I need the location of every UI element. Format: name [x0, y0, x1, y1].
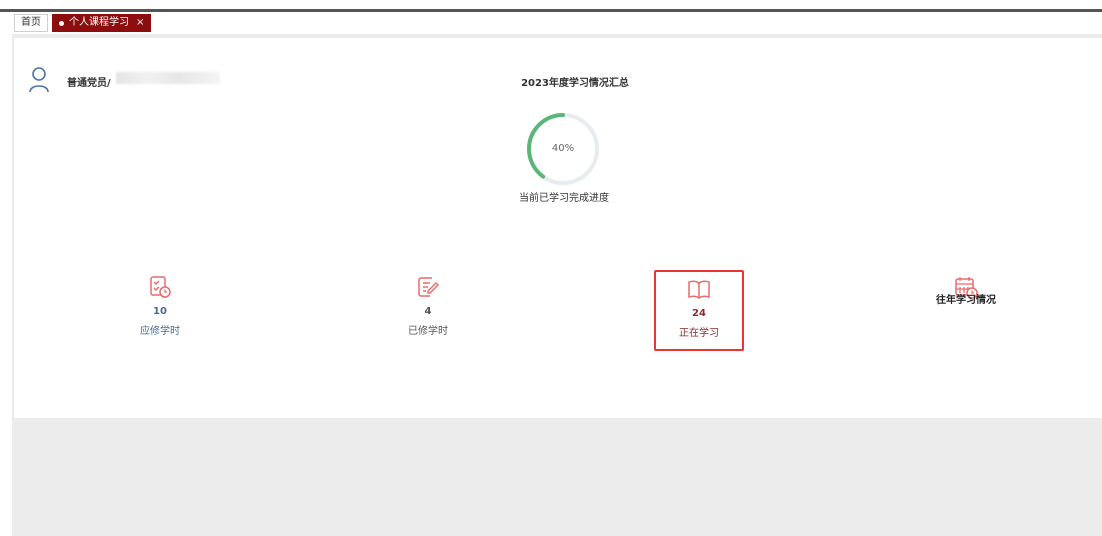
summary-card — [14, 38, 1102, 418]
progress-caption: 当前已学习完成进度 — [519, 193, 609, 204]
stat-value: 10 — [153, 306, 167, 317]
stat-value: 4 — [424, 306, 432, 317]
stat-label: 往年学习情况 — [936, 295, 996, 306]
stat-label: 正在学习 — [679, 328, 719, 339]
stat-previous-years[interactable]: 往年学习情况 — [916, 270, 1016, 306]
document-edit-icon — [418, 277, 439, 297]
stat-value: 24 — [692, 308, 706, 319]
user-icon — [29, 67, 49, 93]
top-border — [0, 9, 1102, 12]
tab-bar: 首页 个人课程学习 × — [14, 14, 152, 32]
stat-label: 应修学时 — [140, 326, 180, 337]
tab-personal-course-study[interactable]: 个人课程学习 × — [52, 14, 152, 32]
summary-title: 2023年度学习情况汇总 — [521, 78, 629, 89]
active-dot-icon — [59, 20, 64, 26]
tab-home[interactable]: 首页 — [14, 14, 48, 32]
open-book-icon — [688, 280, 710, 299]
checklist-clock-icon — [150, 276, 171, 298]
redacted-user-info — [116, 72, 220, 84]
stat-required-hours[interactable]: 10 应修学时 — [110, 270, 210, 337]
stat-completed-hours[interactable]: 4 已修学时 — [378, 270, 478, 337]
stat-currently-studying[interactable]: 24 正在学习 — [654, 270, 744, 351]
close-tab-icon[interactable]: × — [136, 15, 144, 31]
user-name: 普通党员/ — [67, 78, 111, 89]
tab-home-label: 首页 — [21, 17, 41, 28]
stat-label: 已修学时 — [408, 326, 448, 337]
progress-percent: 40% — [551, 143, 575, 154]
tab-personal-course-study-label: 个人课程学习 — [69, 17, 129, 28]
